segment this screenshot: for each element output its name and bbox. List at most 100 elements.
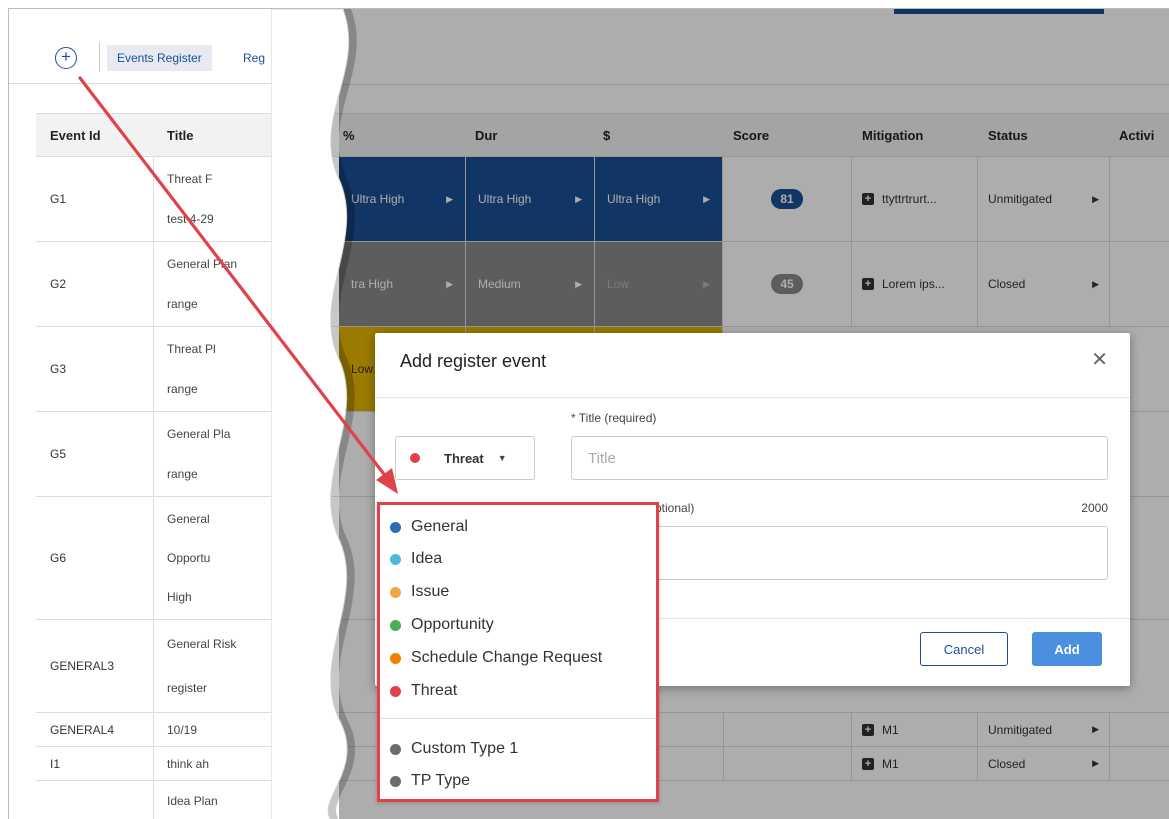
cell-duration[interactable]: Ultra High ▶: [466, 157, 595, 241]
cell-mitigation[interactable]: + Lorem ips...: [852, 242, 978, 326]
type-option-issue[interactable]: Issue: [380, 576, 656, 608]
cell-cost[interactable]: Ultra High ▶: [595, 157, 723, 241]
event-type-select[interactable]: Threat ▼: [395, 436, 535, 480]
title-line: think ah: [167, 756, 210, 771]
plus-circle-icon[interactable]: +: [55, 47, 77, 69]
header-score[interactable]: Score: [733, 114, 769, 158]
table-row[interactable]: G5 General Pla range: [36, 412, 339, 497]
description-char-count: 2000: [1081, 501, 1108, 515]
cell-percent[interactable]: tra High ▶: [339, 242, 466, 326]
cell-mitigation[interactable]: + M1: [852, 713, 978, 746]
plus-square-icon[interactable]: +: [862, 278, 874, 290]
plus-square-icon[interactable]: +: [862, 193, 874, 205]
tab-events-register[interactable]: Events Register: [107, 45, 212, 71]
table-row[interactable]: Ultra High ▶ Ultra High ▶ Ultra High ▶ 81 +…: [339, 157, 1169, 242]
cell-value: Ultra High: [607, 192, 661, 206]
type-option-threat[interactable]: Threat: [380, 675, 656, 707]
caret-right-icon: ▶: [446, 278, 453, 289]
title-input[interactable]: [571, 436, 1108, 480]
event-type-dropdown: General Idea Issue Opportunity Schedule …: [377, 502, 659, 802]
type-option-schedule-change-request[interactable]: Schedule Change Request: [380, 642, 656, 674]
dialog-title: Add register event: [400, 351, 547, 371]
toolbar: + Events Register Reg: [9, 9, 339, 84]
table-row[interactable]: G1 Threat F test 4-29: [36, 157, 339, 242]
cell-cost[interactable]: Low ▶: [595, 242, 723, 326]
cell-percent[interactable]: Ultra High ▶: [339, 157, 466, 241]
table-row[interactable]: I1 think ah: [36, 747, 339, 781]
cell-event-id: G3: [36, 327, 154, 411]
plus-square-icon[interactable]: +: [862, 757, 874, 770]
cell-duration[interactable]: Medium ▶: [466, 242, 595, 326]
caret-right-icon: ▶: [575, 278, 582, 289]
cancel-button[interactable]: Cancel: [920, 632, 1008, 666]
dialog-header-divider: [375, 397, 1130, 398]
title-line: General Risk: [167, 637, 237, 651]
table-row[interactable]: G2 General Plan range: [36, 242, 339, 327]
table-row[interactable]: G3 Threat Pl range: [36, 327, 339, 412]
header-cost[interactable]: $: [603, 114, 610, 158]
cell-event-id: G6: [36, 497, 154, 619]
header-event-id[interactable]: Event Id: [50, 114, 101, 158]
status-text: Unmitigated: [988, 192, 1053, 206]
tab-register[interactable]: Reg: [243, 45, 265, 71]
cell-score: 45: [723, 242, 852, 326]
cell-title: General Opportu High: [167, 497, 337, 619]
header-mitigation[interactable]: Mitigation: [862, 114, 923, 158]
status-text: Unmitigated: [988, 722, 1053, 737]
caret-right-icon: ▶: [703, 193, 710, 204]
type-option-general[interactable]: General: [380, 511, 656, 543]
mitigation-text: Lorem ips...: [882, 277, 945, 291]
cell-score: 81: [723, 157, 852, 241]
cell-title: General Pla range: [167, 412, 337, 496]
cell-event-id: G1: [36, 157, 154, 241]
color-dot-icon: [390, 775, 401, 787]
cell-event-id: GENERAL4: [36, 713, 154, 746]
cell-status[interactable]: Closed ▶: [978, 242, 1110, 326]
option-label: Idea: [411, 550, 443, 567]
score-badge: 45: [771, 274, 803, 294]
title-line: Idea Plan: [167, 794, 218, 808]
type-option-tp-type[interactable]: TP Type: [380, 765, 656, 797]
type-option-custom-type-1[interactable]: Custom Type 1: [380, 733, 656, 765]
mitigation-text: M1: [882, 722, 899, 737]
header-duration[interactable]: Dur: [475, 114, 497, 158]
table-row[interactable]: GENERAL3 General Risk register: [36, 620, 339, 713]
mitigation-text: M1: [882, 756, 899, 771]
title-field-label: * Title (required): [571, 411, 657, 425]
cell-score: [723, 747, 852, 780]
close-icon[interactable]: ✕: [1091, 347, 1108, 372]
cell-status[interactable]: Unmitigated ▶: [978, 157, 1110, 241]
type-option-idea[interactable]: Idea: [380, 543, 656, 575]
status-text: Closed: [988, 277, 1026, 291]
cell-title: think ah: [167, 747, 337, 780]
cell-value: Ultra High: [478, 192, 532, 206]
title-line: range: [167, 467, 198, 481]
header-title[interactable]: Title: [167, 114, 194, 158]
header-status[interactable]: Status: [988, 114, 1028, 158]
title-line: range: [167, 297, 198, 311]
plus-square-icon[interactable]: +: [862, 723, 874, 736]
cell-mitigation[interactable]: + ttyttrtrurt...: [852, 157, 978, 241]
title-line: General Pla: [167, 427, 231, 441]
cell-status[interactable]: Unmitigated ▶: [978, 713, 1110, 746]
title-line: 10/19: [167, 722, 198, 737]
cell-status[interactable]: Closed ▶: [978, 747, 1110, 780]
option-label: Opportunity: [411, 616, 494, 633]
title-line: Threat F: [167, 172, 213, 186]
cell-mitigation[interactable]: + M1: [852, 747, 978, 780]
add-button[interactable]: Add: [1032, 632, 1102, 666]
cell-title: Threat Pl range: [167, 327, 337, 411]
table-row[interactable]: Idea Plan: [36, 781, 339, 819]
type-option-opportunity[interactable]: Opportunity: [380, 609, 656, 641]
table-row[interactable]: tra High ▶ Medium ▶ Low ▶ 45 + Lorem ips... …: [339, 242, 1169, 327]
title-line: High: [167, 590, 192, 605]
table-row[interactable]: GENERAL4 10/19: [36, 713, 339, 747]
color-dot-icon: [390, 553, 401, 565]
title-line: register: [167, 681, 208, 695]
table-row[interactable]: G6 General Opportu High: [36, 497, 339, 620]
header-activity[interactable]: Activi: [1119, 114, 1154, 158]
type-color-dot: [410, 453, 420, 463]
header-percent[interactable]: %: [343, 114, 355, 158]
table-header-right: % Dur $ Score Mitigation Status Activi: [339, 113, 1169, 157]
caret-down-icon: ▼: [497, 453, 507, 463]
